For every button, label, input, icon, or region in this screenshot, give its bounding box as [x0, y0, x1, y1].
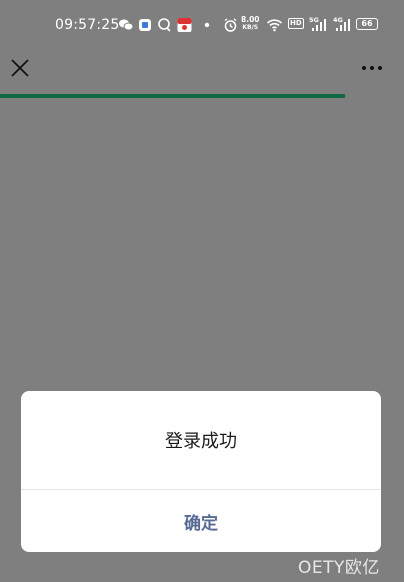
- network-speed: 8.00 KB/S: [241, 16, 260, 32]
- watermark: OETY欧亿: [298, 558, 380, 578]
- battery-indicator: 66: [356, 18, 378, 30]
- wifi-icon: [266, 19, 283, 32]
- confirm-button[interactable]: 确定: [21, 490, 381, 552]
- speed-value: 8.00: [241, 15, 260, 24]
- dialog-message: 登录成功: [165, 431, 237, 452]
- speed-unit: KB/S: [242, 24, 259, 31]
- app-icon: [139, 19, 151, 31]
- notification-dot-icon: [204, 22, 210, 28]
- close-icon[interactable]: [8, 56, 32, 80]
- alarm-icon: [224, 18, 237, 32]
- signal-1-icon: [312, 19, 326, 31]
- title-bar: [0, 46, 404, 94]
- signal-2-icon: [336, 19, 350, 31]
- chat-bubble-icon: [158, 18, 171, 32]
- more-icon[interactable]: [360, 58, 384, 78]
- status-time: 09:57:25: [55, 17, 120, 33]
- wechat-icon: [119, 19, 134, 31]
- hd-badge: HD: [288, 18, 304, 29]
- loading-progress-fill: [0, 94, 346, 98]
- alert-dialog: 登录成功 确定: [21, 391, 381, 552]
- red-app-icon: [177, 18, 192, 32]
- status-bar: 09:57:25 8.00 KB/S HD 5G 4G 66: [0, 0, 404, 46]
- loading-progress-bar: [0, 94, 404, 98]
